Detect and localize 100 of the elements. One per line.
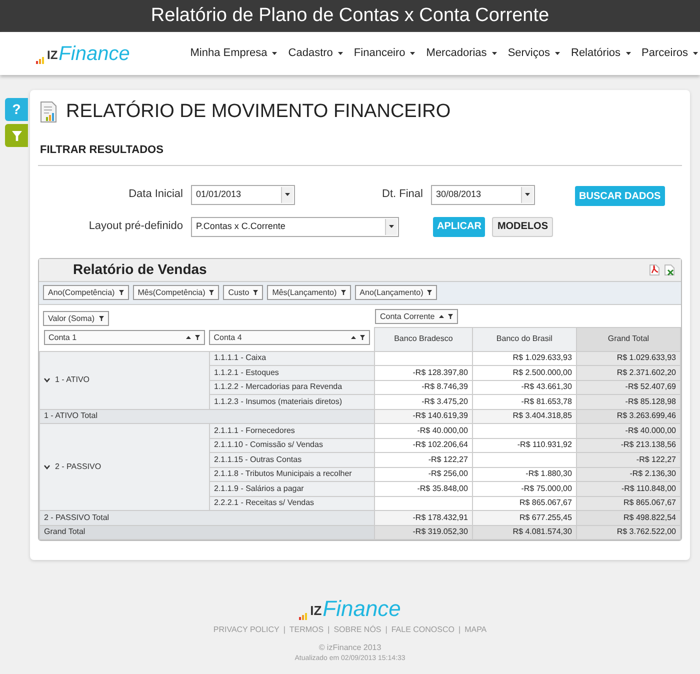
page-title: Relatório de Plano de Contas x Conta Corrente: [150, 4, 550, 28]
date-picker[interactable]: 01/01/2013: [191, 184, 295, 204]
account-cell: 1.1.2.2 - Mercadorias para Revenda: [210, 380, 374, 394]
field-chip[interactable]: Conta Corrente: [375, 309, 458, 324]
dropdown-button[interactable]: [521, 186, 533, 202]
link-separator: |: [458, 624, 461, 636]
filter-icon: [98, 316, 104, 321]
account-cell: 2.1.1.9 - Salários a pagar: [210, 482, 374, 496]
value-cell: R$ 1.029.633,93: [472, 351, 576, 366]
filter-icon: [340, 290, 346, 295]
caret-icon: [492, 52, 497, 55]
field-chip[interactable]: Conta 4: [208, 330, 370, 346]
section-title: FILTRAR RESULTADOS: [40, 144, 164, 156]
account-cell: 2.2.2.1 - Receitas s/ Vendas: [210, 496, 374, 510]
link-separator: |: [283, 624, 286, 636]
value-cell: -R$ 52.407,69: [576, 380, 680, 394]
dropdown-button[interactable]: [281, 186, 293, 202]
total-cell: R$ 3.404.318,85: [472, 409, 576, 424]
filter-icon: [12, 130, 22, 140]
caret-icon: [338, 52, 343, 55]
value-cell: -R$ 122,27: [374, 452, 472, 467]
column-header: Banco do Brasil: [472, 327, 576, 351]
date-picker[interactable]: 30/08/2013: [431, 184, 535, 204]
nav-menu-item[interactable]: Cadastro: [288, 45, 343, 62]
grand-total-cell: R$ 4.081.574,30: [472, 525, 576, 540]
nav-menu-item[interactable]: Minha Empresa: [190, 45, 278, 62]
caret-icon: [410, 52, 416, 55]
value-cell: -R$ 81.653,78: [472, 394, 576, 409]
value-cell: -R$ 43.661,30: [472, 380, 576, 394]
field-chip[interactable]: Ano(Competência): [43, 285, 129, 300]
logo-prefix: IZ: [47, 46, 58, 64]
dropdown-button[interactable]: [385, 218, 397, 234]
field-chip[interactable]: Custo: [223, 285, 264, 300]
copyright-text: © izFinance 2013: [318, 642, 382, 654]
account-cell: 1.1.2.1 - Estoques: [210, 366, 374, 380]
value-cell: R$ 2.371.602,20: [576, 366, 680, 380]
nav-menu-item[interactable]: Financeiro: [354, 45, 416, 62]
value-cell: -R$ 256,00: [374, 467, 472, 482]
field-chip[interactable]: Ano(Lançamento): [354, 285, 438, 300]
caret-icon: [693, 52, 698, 55]
field-label: Dt. Final: [382, 187, 423, 202]
value-cell: R$ 2.500.000,00: [472, 366, 576, 380]
grand-total-cell: R$ 3.762.522,00: [576, 525, 680, 540]
filter-icon: [209, 290, 214, 295]
account-cell: 2.1.1.8 - Tributos Municipais a recolher: [210, 467, 374, 482]
nav-menu-item[interactable]: Mercadorias: [426, 45, 497, 62]
bars-icon: [36, 54, 46, 64]
value-cell: -R$ 8.746,39: [374, 380, 472, 394]
caret-icon: [285, 193, 290, 196]
chevron-down-icon: [44, 464, 50, 470]
row-group-cell[interactable]: 2 - PASSIVO: [40, 424, 210, 510]
report-icon: [40, 101, 58, 124]
value-cell: R$ 865.067,67: [576, 496, 680, 510]
account-cell: 1.1.1.1 - Caixa: [210, 351, 374, 366]
value-cell: -R$ 128.397,80: [374, 366, 472, 380]
value-cell: -R$ 40.000,00: [576, 424, 680, 438]
total-row-label: 2 - PASSIVO Total: [40, 510, 374, 525]
link-separator: |: [328, 624, 330, 636]
caret-icon: [525, 193, 530, 196]
account-cell: 2.1.1.15 - Outras Contas: [210, 452, 374, 467]
link-separator: |: [385, 624, 388, 636]
excel-icon: [664, 264, 675, 276]
column-header: Grand Total: [576, 327, 680, 351]
bars-icon: [299, 611, 310, 620]
chevron-down-icon: [44, 376, 50, 382]
logo-name: Finance: [58, 44, 130, 64]
caret-icon: [272, 52, 278, 55]
action-button[interactable]: MODELOS: [492, 216, 554, 236]
value-cell: R$ 865.067,67: [472, 496, 576, 510]
value-cell: -R$ 102.206,64: [374, 438, 472, 452]
filter-icon: [360, 335, 365, 340]
caret-icon: [389, 225, 394, 228]
column-header: Banco Bradesco: [374, 327, 472, 351]
field-chip[interactable]: Conta 1: [44, 330, 205, 346]
pdf-icon: [649, 264, 660, 276]
caret-icon: [555, 52, 560, 55]
field-chip[interactable]: Mês(Lançamento): [267, 285, 351, 300]
total-row-label: 1 - ATIVO Total: [40, 409, 374, 424]
filter-icon: [448, 314, 453, 319]
nav-menu-item[interactable]: Serviços: [508, 45, 560, 62]
value-cell: -R$ 3.475,20: [374, 394, 472, 409]
nav-menu-item[interactable]: Parceiros: [642, 45, 698, 62]
total-cell: -R$ 140.619,39: [374, 409, 472, 424]
filter-icon: [427, 290, 432, 295]
row-group-cell[interactable]: 1 - ATIVO: [40, 351, 210, 409]
field-chip[interactable]: Valor (Soma): [43, 311, 109, 326]
layout-select[interactable]: P.Contas x C.Corrente: [191, 216, 399, 236]
report-title: Relatório de Vendas: [73, 260, 207, 279]
grand-total-label: Grand Total: [40, 525, 374, 540]
total-cell: R$ 677.255,45: [472, 510, 576, 525]
account-cell: 2.1.1.1 - Fornecedores: [210, 424, 374, 438]
value-cell: -R$ 110.848,00: [576, 482, 680, 496]
value-cell: R$ 1.029.633,93: [576, 351, 680, 366]
total-cell: R$ 3.263.699,46: [576, 409, 680, 424]
nav-menu-item[interactable]: Relatórios: [571, 45, 631, 62]
value-cell: -R$ 85.128,98: [576, 394, 680, 409]
field-chip[interactable]: Mês(Competência): [132, 285, 220, 300]
logo-name: Finance: [322, 598, 401, 620]
page-heading: RELATÓRIO DE MOVIMENTO FINANCEIRO: [66, 100, 451, 124]
field-label: Layout pré-definido: [88, 219, 183, 234]
